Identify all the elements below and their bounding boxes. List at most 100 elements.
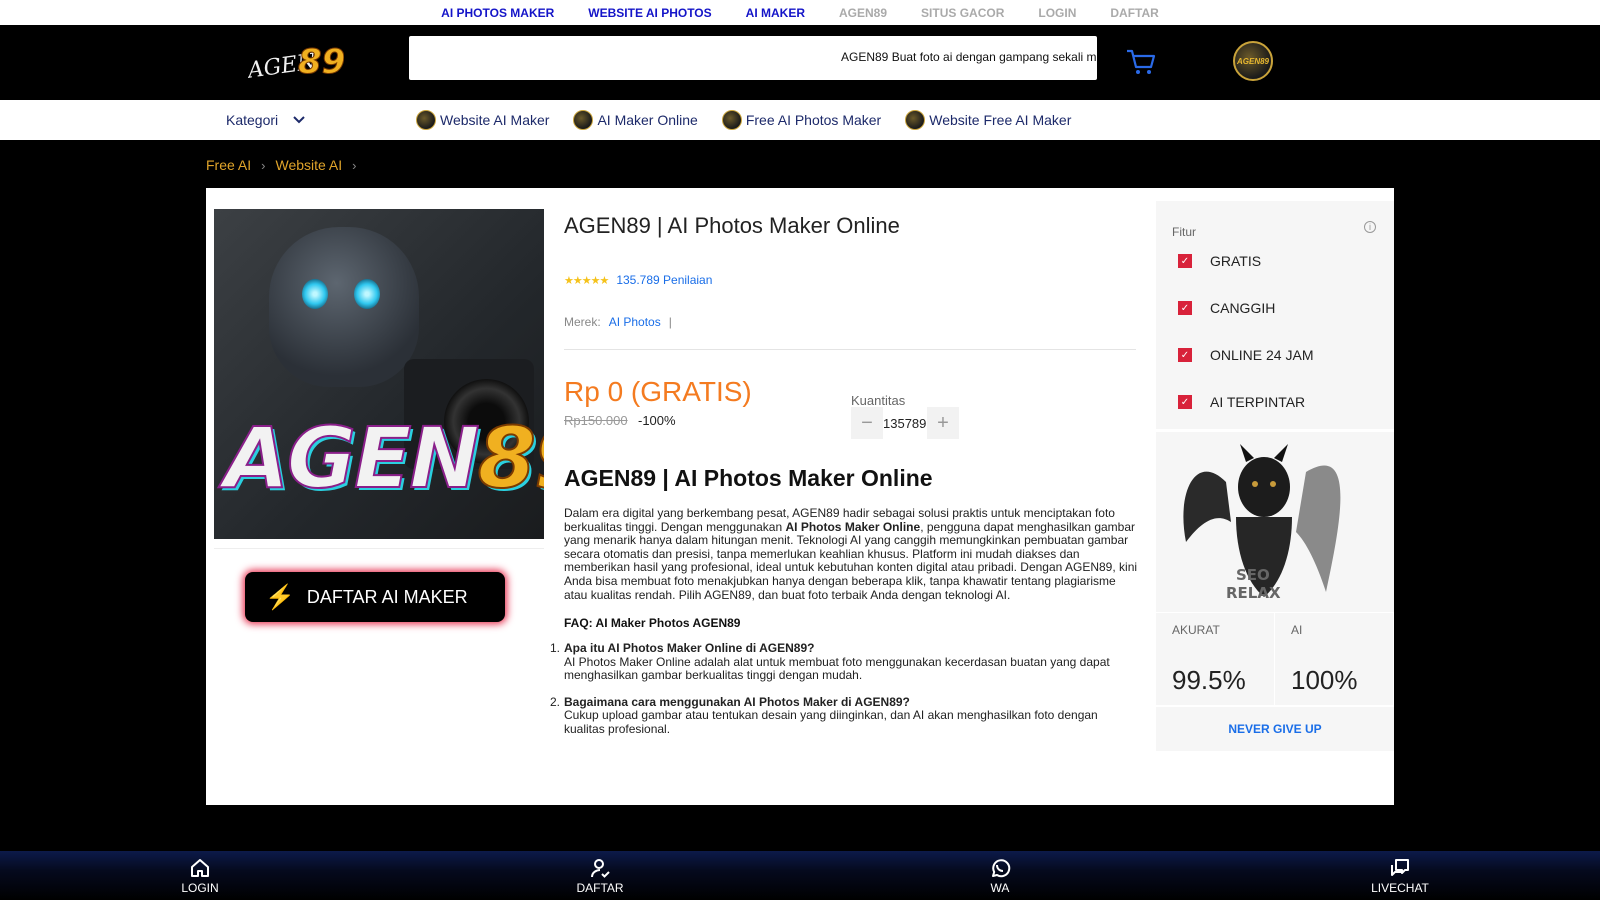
bottom-nav: LOGIN DAFTAR WA LIVECHAT — [0, 851, 1600, 900]
stat-value: 100% — [1291, 665, 1358, 695]
faq-item: 1. Apa itu AI Photos Maker Online di AGE… — [550, 641, 1138, 683]
catlink-label: AI Maker Online — [597, 112, 698, 128]
category-bar: Kategori Website AI Maker AI Maker Onlin… — [0, 100, 1600, 140]
daftar-button-label: DAFTAR AI MAKER — [306, 586, 468, 607]
daftar-ai-maker-button[interactable]: ⚡ DAFTAR AI MAKER — [245, 572, 505, 622]
topnav-website-ai-photos[interactable]: WEBSITE AI PHOTOS — [571, 6, 728, 20]
agen89-badge-icon — [416, 110, 436, 130]
quantity-input[interactable]: 135789 — [883, 407, 927, 439]
divider — [214, 548, 544, 549]
kategori-label: Kategori — [226, 112, 279, 128]
promo-image[interactable]: SEO RELAX — [1156, 432, 1394, 612]
winged-figure-illustration: SEO RELAX — [1183, 444, 1341, 602]
topnav-ai-photos-maker[interactable]: AI PHOTOS MAKER — [424, 6, 571, 20]
faq-item: 2. Bagaimana cara menggunakan AI Photos … — [550, 694, 1138, 737]
faq-question: Bagaimana cara menggunakan AI Photos Mak… — [564, 694, 910, 709]
minus-button[interactable]: − — [851, 407, 883, 439]
info-icon[interactable]: i — [1364, 221, 1376, 233]
cart-icon[interactable] — [1125, 47, 1157, 77]
catlink-free-ai-photos-maker[interactable]: Free AI Photos Maker — [721, 110, 881, 130]
checkbox-icon: ✓ — [1178, 395, 1192, 409]
description-heading: AGEN89 | AI Photos Maker Online — [564, 465, 933, 491]
old-price: Rp150.000 — [564, 413, 628, 428]
checkbox-icon: ✓ — [1178, 348, 1192, 362]
promo-text: SEO — [1236, 566, 1270, 584]
stat-akurat: AKURAT 99.5% — [1156, 613, 1275, 705]
product-title: AGEN89 | AI Photos Maker Online — [564, 213, 900, 238]
divider — [564, 349, 1136, 350]
chat-icon — [1391, 858, 1409, 876]
chevron-down-icon — [293, 116, 305, 124]
bottom-label: LOGIN — [181, 880, 219, 895]
merek-link[interactable]: AI Photos — [609, 315, 661, 329]
never-give-up-link[interactable]: NEVER GIVE UP — [1156, 707, 1394, 751]
svg-text:89: 89 — [298, 42, 344, 82]
feature-item: ✓ GRATIS — [1178, 253, 1261, 269]
price: Rp 0 (GRATIS) — [564, 376, 752, 407]
faq-answer: Cukup upload gambar atau tentukan desain… — [564, 708, 1098, 736]
bottom-wa[interactable]: WA — [800, 851, 1200, 900]
avatar[interactable]: AGEN89 — [1233, 41, 1273, 81]
home-icon — [191, 858, 209, 877]
breadcrumb-website-ai[interactable]: Website AI — [275, 157, 342, 173]
faq-answer: AI Photos Maker Online adalah alat untuk… — [564, 654, 1110, 683]
topnav-situs-gacor[interactable]: SITUS GACOR — [904, 6, 1021, 20]
brand-row: Merek: AI Photos | — [564, 315, 672, 329]
breadcrumb-free-ai[interactable]: Free AI — [206, 157, 251, 173]
chevron-right-icon: › — [261, 157, 266, 173]
search-input[interactable]: AGEN89 Buat foto ai dengan gampang sekal… — [409, 36, 1097, 80]
agen89-badge-icon — [573, 110, 594, 130]
checkbox-icon: ✓ — [1178, 254, 1192, 268]
bottom-login[interactable]: LOGIN — [0, 851, 400, 900]
top-nav: AI PHOTOS MAKER WEBSITE AI PHOTOS AI MAK… — [0, 0, 1600, 25]
whatsapp-icon — [992, 858, 1011, 877]
catlink-website-free-ai-maker[interactable]: Website Free AI Maker — [905, 110, 1071, 130]
rating: ★★★★★ 135.789 Penilaian — [564, 273, 712, 287]
topnav-ai-maker[interactable]: AI MAKER — [729, 6, 822, 20]
merek-label: Merek: — [564, 315, 601, 329]
avatar-text: AGEN89 — [1236, 56, 1269, 66]
chevron-right-icon: › — [352, 157, 357, 173]
lightning-icon: ⚡ — [265, 583, 295, 611]
kategori-dropdown[interactable]: Kategori — [226, 112, 306, 128]
stat-label: AI — [1291, 623, 1303, 637]
faq-list: 1. Apa itu AI Photos Maker Online di AGE… — [550, 641, 1138, 750]
product-image[interactable]: AGEN89 — [214, 209, 544, 539]
marquee-text: AGEN89 Buat foto ai dengan gampang sekal… — [841, 50, 1097, 64]
agen89-badge-icon — [721, 110, 742, 130]
merek-separator: | — [668, 315, 672, 329]
feature-item: ✓ AI TERPINTAR — [1178, 394, 1305, 410]
bottom-label: WA — [990, 880, 1010, 895]
robot-eye — [354, 279, 380, 309]
star-rating-icon: ★★★★★ — [564, 274, 609, 287]
feature-item: ✓ ONLINE 24 JAM — [1178, 347, 1313, 363]
catlink-website-ai-maker[interactable]: Website AI Maker — [416, 110, 549, 130]
bottom-label: LIVECHAT — [1371, 880, 1429, 895]
stat-ai: AI 100% — [1275, 613, 1394, 705]
catlink-label: Website Free AI Maker — [929, 112, 1072, 128]
checkbox-icon: ✓ — [1178, 301, 1192, 315]
product-card: AGEN89 ⚡ DAFTAR AI MAKER AGEN89 | AI Pho… — [206, 188, 1394, 805]
stat-label: AKURAT — [1172, 623, 1220, 637]
quantity-label: Kuantitas — [851, 393, 906, 408]
topnav-daftar[interactable]: DAFTAR — [1093, 6, 1175, 20]
faq-question: Apa itu AI Photos Maker Online di AGEN89… — [564, 641, 815, 655]
topnav-agen89[interactable]: AGEN89 — [822, 6, 904, 20]
catlink-ai-maker-online[interactable]: AI Maker Online — [573, 110, 698, 130]
bottom-daftar[interactable]: DAFTAR — [400, 851, 800, 900]
site-header: AGEN 89 AGEN89 Buat foto ai dengan gampa… — [0, 25, 1600, 100]
breadcrumb: Free AI › Website AI › — [206, 157, 357, 173]
faq-title: FAQ: AI Maker Photos AGEN89 — [564, 616, 741, 630]
svg-text:RELAX: RELAX — [1226, 584, 1281, 602]
stat-value: 99.5% — [1172, 665, 1246, 695]
bottom-livechat[interactable]: LIVECHAT — [1200, 851, 1600, 900]
feature-panel: Fitur i ✓ GRATIS ✓ CANGGIH ✓ ONLINE 24 JAM … — [1156, 201, 1394, 429]
rating-count[interactable]: 135.789 Penilaian — [616, 273, 712, 287]
description-text: Dalam era digital yang berkembang pesat,… — [564, 506, 1138, 602]
fitur-label: Fitur — [1172, 225, 1196, 239]
topnav-login[interactable]: LOGIN — [1021, 6, 1093, 20]
plus-button[interactable]: + — [927, 407, 959, 439]
site-logo[interactable]: AGEN 89 — [248, 39, 344, 85]
catlink-label: Website AI Maker — [440, 112, 550, 128]
user-check-icon — [591, 858, 610, 878]
